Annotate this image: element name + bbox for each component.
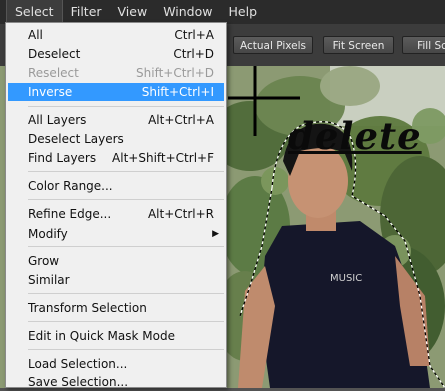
- menu-item-modify[interactable]: Modify ▶: [8, 225, 224, 243]
- menu-view[interactable]: View: [110, 0, 156, 24]
- menu-window[interactable]: Window: [155, 0, 220, 24]
- menu-item-deselect-layers[interactable]: Deselect Layers: [8, 130, 224, 148]
- menu-item-inverse[interactable]: Inverse Shift+Ctrl+I: [8, 83, 224, 101]
- select-menu-dropdown: All Ctrl+A Deselect Ctrl+D Reselect Shif…: [5, 22, 227, 391]
- menubar: Select Filter View Window Help: [0, 0, 445, 24]
- menu-item-all[interactable]: All Ctrl+A: [8, 26, 224, 44]
- menu-separator: [28, 171, 224, 172]
- fit-screen-button[interactable]: Fit Screen: [323, 36, 394, 54]
- submenu-arrow-icon: ▶: [212, 229, 219, 239]
- actual-pixels-button[interactable]: Actual Pixels: [233, 36, 313, 54]
- menu-select[interactable]: Select: [6, 0, 63, 24]
- menu-item-save-selection[interactable]: Save Selection...: [8, 373, 224, 391]
- menu-separator: [28, 199, 224, 200]
- menu-filter[interactable]: Filter: [63, 0, 110, 24]
- menu-item-refine-edge[interactable]: Refine Edge... Alt+Ctrl+R: [8, 205, 224, 223]
- menu-separator: [28, 349, 224, 350]
- menu-item-deselect[interactable]: Deselect Ctrl+D: [8, 45, 224, 63]
- menu-item-load-selection[interactable]: Load Selection...: [8, 355, 224, 373]
- menu-item-quick-mask[interactable]: Edit in Quick Mask Mode: [8, 327, 224, 345]
- menu-separator: [28, 321, 224, 322]
- menu-item-find-layers[interactable]: Find Layers Alt+Shift+Ctrl+F: [8, 149, 224, 167]
- menu-separator: [28, 106, 224, 107]
- annotation-delete: delete: [288, 114, 422, 158]
- menu-separator: [28, 246, 224, 247]
- menu-item-color-range[interactable]: Color Range...: [8, 177, 224, 195]
- fill-screen-button[interactable]: Fill Sc: [402, 36, 445, 54]
- menu-help[interactable]: Help: [221, 0, 266, 24]
- svg-text:MUSIC: MUSIC: [330, 273, 362, 284]
- menu-item-transform-selection[interactable]: Transform Selection: [8, 299, 224, 317]
- menu-item-reselect[interactable]: Reselect Shift+Ctrl+D: [8, 64, 224, 82]
- menu-item-all-layers[interactable]: All Layers Alt+Ctrl+A: [8, 111, 224, 129]
- menu-separator: [28, 293, 224, 294]
- menu-item-grow[interactable]: Grow: [8, 252, 224, 270]
- menu-item-similar[interactable]: Similar: [8, 271, 224, 289]
